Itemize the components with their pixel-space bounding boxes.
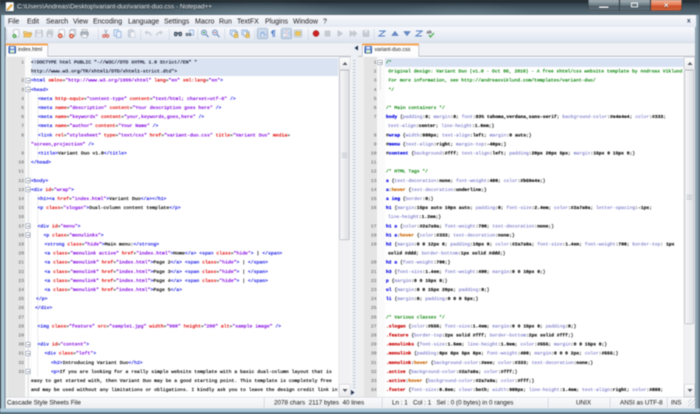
svg-text:ab: ab [427,30,433,35]
